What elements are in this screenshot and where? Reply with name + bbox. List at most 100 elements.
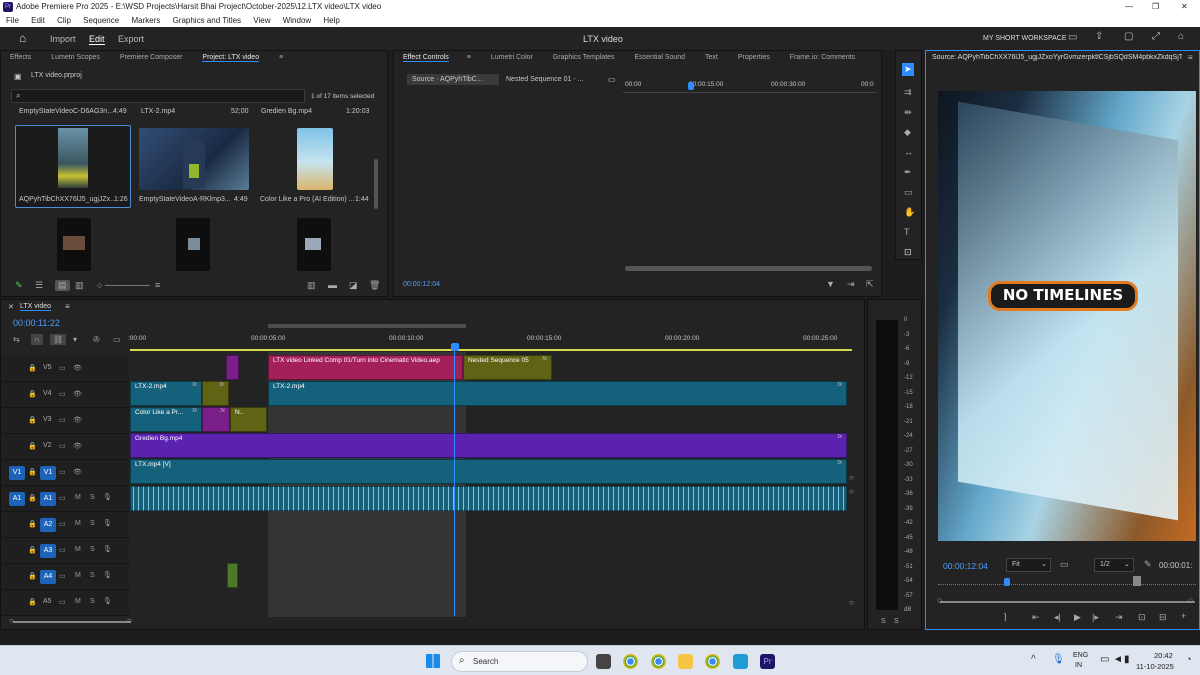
list-item-name[interactable]: EmptyStateVideoA-RKlmp3...: [139, 196, 231, 203]
out-point-marker[interactable]: [1133, 576, 1141, 586]
tab-frameio-comments[interactable]: Frame.io: Comments: [790, 54, 855, 61]
taskbar-search-input[interactable]: ⌕ Search: [451, 651, 588, 672]
work-area-bar[interactable]: [130, 349, 852, 351]
search-input[interactable]: ⌕: [11, 89, 305, 103]
premiere-taskbar-icon[interactable]: Pr: [760, 654, 775, 669]
tab-graphics-templates[interactable]: Graphics Templates: [553, 54, 615, 61]
timeline-zoom-bar[interactable]: [13, 621, 131, 623]
tab-project[interactable]: Project: LTX video: [202, 54, 260, 62]
timeline-clip[interactable]: fx: [202, 381, 229, 406]
menu-graphics-and-titles[interactable]: Graphics and Titles: [173, 16, 241, 25]
sync-icon[interactable]: ▭: [59, 520, 66, 528]
new-bin-button[interactable]: ▬: [328, 281, 337, 290]
timeline-clip[interactable]: fx: [202, 407, 230, 432]
track-header-a3[interactable]: A3 🔒 ▭ M S 🎙: [1, 538, 129, 564]
sync-icon[interactable]: ▭: [59, 494, 66, 502]
sync-icon[interactable]: ▭: [59, 572, 66, 580]
menu-view[interactable]: View: [253, 16, 270, 25]
source-playhead[interactable]: [1004, 578, 1010, 586]
panel-menu-icon[interactable]: ≡: [467, 54, 471, 61]
timeline-clip[interactable]: LTX-2.mp4 fx: [268, 381, 847, 406]
list-item-name[interactable]: Gredien Bg.mp4: [261, 108, 312, 115]
nest-toggle-icon[interactable]: ⇆: [13, 335, 20, 344]
sort-icon[interactable]: ≡: [155, 281, 160, 290]
frame-forward-icon[interactable]: |▸: [1092, 613, 1099, 622]
language-label[interactable]: ENG: [1073, 652, 1088, 659]
play-icon[interactable]: ▶: [1074, 613, 1081, 622]
zoom-slider[interactable]: ○ ───────: [97, 281, 150, 290]
scroll-handle[interactable]: ○: [849, 473, 854, 482]
message-icon[interactable]: ▢: [1124, 31, 1133, 42]
lock-icon[interactable]: 🔒: [28, 598, 37, 606]
list-item[interactable]: [297, 128, 333, 190]
mute-button[interactable]: M: [75, 520, 81, 527]
track-header-a2[interactable]: A2 🔒 ▭ M S 🎙: [1, 512, 129, 538]
scroll-handle[interactable]: ○: [849, 598, 854, 607]
home-icon[interactable]: ⌂: [19, 31, 26, 45]
razor-tool-icon[interactable]: ◆: [904, 128, 911, 137]
add-button-icon[interactable]: +: [1181, 612, 1186, 621]
zoom-handle-right[interactable]: ○: [127, 616, 132, 625]
track-header-a5[interactable]: A5 🔒 ▭ M S 🎙: [1, 590, 129, 616]
mute-button[interactable]: M: [75, 494, 81, 501]
audio-clip[interactable]: [227, 563, 238, 588]
sequence-tab[interactable]: LTX video: [20, 303, 51, 311]
track-header-v1[interactable]: V1 V1 🔒 ▭ 👁: [1, 460, 129, 486]
settings-wrench-icon[interactable]: ✎: [1144, 560, 1152, 569]
sync-icon[interactable]: ▭: [59, 364, 66, 372]
battery-icon[interactable]: ▮: [1124, 654, 1130, 665]
tab-text[interactable]: Text: [705, 54, 718, 61]
eye-icon[interactable]: 👁: [73, 390, 82, 398]
lock-icon[interactable]: 🔒: [28, 364, 37, 372]
step-back-icon[interactable]: ⇤: [1032, 613, 1040, 622]
share-icon[interactable]: ⇪: [1095, 31, 1103, 42]
menu-sequence[interactable]: Sequence: [83, 16, 119, 25]
source-timecode[interactable]: 00:00:12:04: [943, 561, 988, 571]
mute-button[interactable]: M: [75, 572, 81, 579]
menu-help[interactable]: Help: [323, 16, 339, 25]
microphone-icon[interactable]: 🎙: [103, 519, 112, 527]
track-target-v1[interactable]: V1: [40, 466, 56, 480]
lock-icon[interactable]: 🔒: [28, 468, 37, 476]
maximize-button[interactable]: ❐: [1152, 0, 1159, 14]
lock-icon[interactable]: 🔒: [28, 546, 37, 554]
tab-properties[interactable]: Properties: [738, 54, 770, 61]
linked-selection-icon[interactable]: ⛓: [50, 334, 67, 345]
chevron-up-icon[interactable]: ^: [1031, 654, 1036, 665]
track-header-v5[interactable]: V5 🔒 ▭ 👁: [1, 356, 129, 382]
pen-tool-icon[interactable]: ✒: [904, 168, 912, 177]
sync-icon[interactable]: ▭: [59, 442, 66, 450]
clock-date[interactable]: 11-10-2025: [1136, 662, 1174, 671]
timeline-clip[interactable]: [226, 355, 239, 380]
menu-window[interactable]: Window: [283, 16, 311, 25]
microphone-icon[interactable]: 🎙: [1052, 654, 1065, 665]
fit-select[interactable]: Fit ⌄: [1006, 558, 1051, 572]
tab-edit[interactable]: Edit: [89, 34, 105, 45]
track-header-a4[interactable]: A4 🔒 ▭ M S 🎙: [1, 564, 129, 590]
selection-tool-icon[interactable]: ➤: [902, 63, 914, 76]
lock-icon[interactable]: 🔒: [28, 520, 37, 528]
timeline-playhead-line[interactable]: [454, 344, 455, 616]
resolution-select[interactable]: 1/2 ⌄: [1094, 558, 1134, 572]
track-select-tool-icon[interactable]: ⇉: [904, 88, 912, 97]
timeline-clip[interactable]: LTX-2.mp4 fx: [130, 381, 202, 406]
pencil-icon[interactable]: ✎: [15, 281, 23, 290]
tab-lumetri-color[interactable]: Lumetri Color: [491, 54, 533, 61]
eye-icon[interactable]: 👁: [73, 416, 82, 424]
track-target-a2[interactable]: A2: [40, 518, 56, 532]
microphone-icon[interactable]: 🎙: [103, 493, 112, 501]
source-clip-tab[interactable]: Source · AQPyhTibC...: [407, 74, 499, 85]
zoom-handle-left[interactable]: ○: [937, 596, 942, 605]
solo-meter-button[interactable]: S: [894, 617, 899, 626]
captions-icon[interactable]: ▭: [113, 335, 121, 344]
track-target-a1[interactable]: A1: [40, 492, 56, 506]
tab-lumetri-scopes[interactable]: Lumetri Scopes: [51, 54, 100, 61]
sync-icon[interactable]: ▭: [59, 390, 66, 398]
export-frame-icon[interactable]: ⇱: [866, 280, 874, 289]
solo-meter-button[interactable]: S: [881, 617, 886, 626]
panel-layout-icon[interactable]: ▭: [1068, 32, 1077, 43]
overwrite-icon[interactable]: ⊟: [1159, 613, 1167, 622]
timeline-clip[interactable]: Nested Sequence 05 fx: [463, 355, 552, 380]
timeline-ruler[interactable]: :00:00 00:00:05:00 00:00:10:00 00:00:15:…: [128, 324, 852, 351]
add-marker-icon[interactable]: ▾: [73, 335, 77, 344]
